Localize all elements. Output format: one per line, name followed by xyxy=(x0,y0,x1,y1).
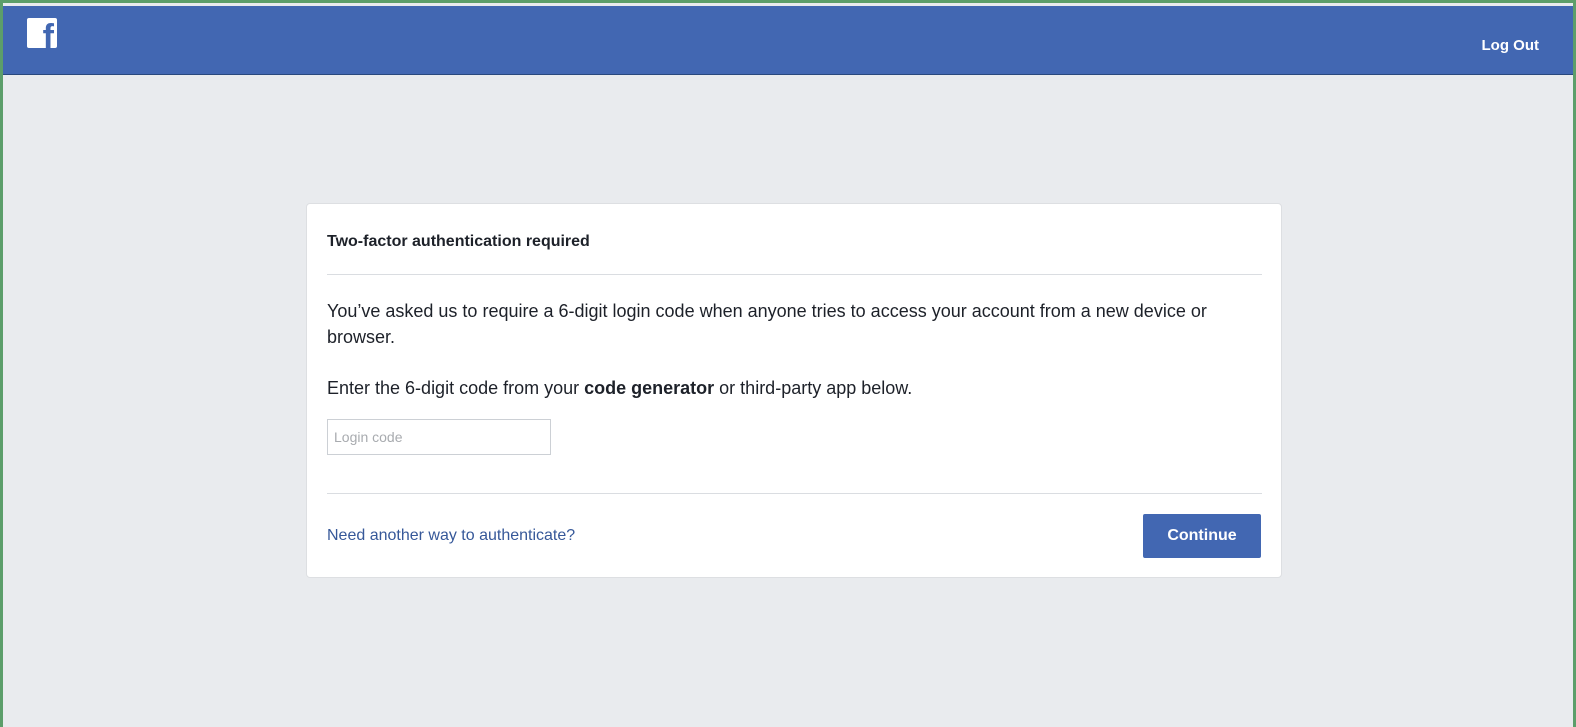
alternate-authentication-link[interactable]: Need another way to authenticate? xyxy=(327,526,575,546)
logo-letter: f xyxy=(42,18,54,48)
facebook-logo-icon[interactable]: f xyxy=(27,18,57,48)
instruction-suffix: or third-party app below. xyxy=(714,378,913,398)
instruction-prefix: Enter the 6-digit code from your xyxy=(327,378,585,398)
two-factor-card: Two-factor authentication required You’v… xyxy=(306,203,1282,578)
logout-link[interactable]: Log Out xyxy=(1482,37,1539,55)
continue-button[interactable]: Continue xyxy=(1143,514,1261,558)
login-code-input[interactable] xyxy=(327,419,551,455)
footer-divider xyxy=(327,493,1262,494)
description-text: You’ve asked us to require a 6-digit log… xyxy=(327,301,1207,347)
card-title: Two-factor authentication required xyxy=(327,233,590,250)
top-navigation-bar: f Log Out xyxy=(3,6,1573,75)
title-divider xyxy=(327,274,1262,275)
instruction-text: Enter the 6-digit code from your code ge… xyxy=(327,376,1267,400)
code-generator-emphasis: code generator xyxy=(584,378,715,398)
browser-frame: f Log Out Two-factor authentication requ… xyxy=(0,0,1576,727)
